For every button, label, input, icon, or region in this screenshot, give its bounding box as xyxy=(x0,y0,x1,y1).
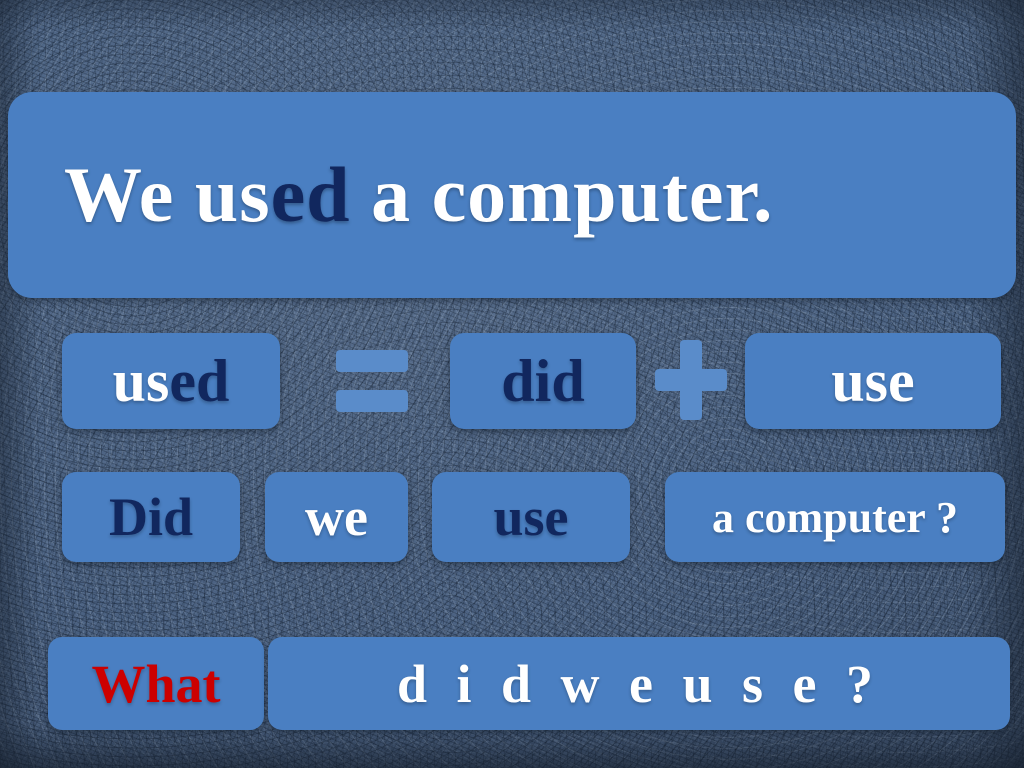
word-did: did xyxy=(501,347,585,414)
plus-icon-horizontal xyxy=(655,369,727,391)
word-used-prefix: us xyxy=(112,347,170,414)
title-segment-white-end: a computer. xyxy=(350,151,774,238)
card-did[interactable]: did xyxy=(450,333,636,429)
title-card[interactable]: We used a computer. xyxy=(8,92,1016,298)
title-segment-navy: ed xyxy=(270,151,351,238)
title-segment-white-start: We us xyxy=(64,151,271,238)
card-use[interactable]: use xyxy=(745,333,1001,429)
phrase-did-we-use: d i d w e u s e ? xyxy=(396,653,882,714)
card-used[interactable]: used xyxy=(62,333,280,429)
equals-icon-bar-top xyxy=(336,350,408,372)
phrase-a-computer: a computer ? xyxy=(711,492,959,542)
word-used: used xyxy=(113,347,230,416)
card-use-question[interactable]: use xyxy=(432,472,630,562)
card-did-we-use[interactable]: d i d w e u s e ? xyxy=(268,637,1010,730)
equals-icon-bar-bottom xyxy=(336,390,408,412)
word-what: What xyxy=(91,653,221,714)
word-use: use xyxy=(831,347,915,414)
word-did-capital: Did xyxy=(108,487,194,547)
word-used-suffix: ed xyxy=(169,347,230,414)
word-we: we xyxy=(305,487,368,547)
card-a-computer[interactable]: a computer ? xyxy=(665,472,1005,562)
word-use-question: use xyxy=(493,487,569,547)
card-we[interactable]: we xyxy=(265,472,408,562)
equals-icon xyxy=(336,350,408,412)
page-title: We used a computer. xyxy=(64,150,773,240)
card-what[interactable]: What xyxy=(48,637,264,730)
card-did-question[interactable]: Did xyxy=(62,472,240,562)
plus-icon xyxy=(655,340,727,420)
slide-canvas: We used a computer. used did use Did we … xyxy=(0,0,1024,768)
